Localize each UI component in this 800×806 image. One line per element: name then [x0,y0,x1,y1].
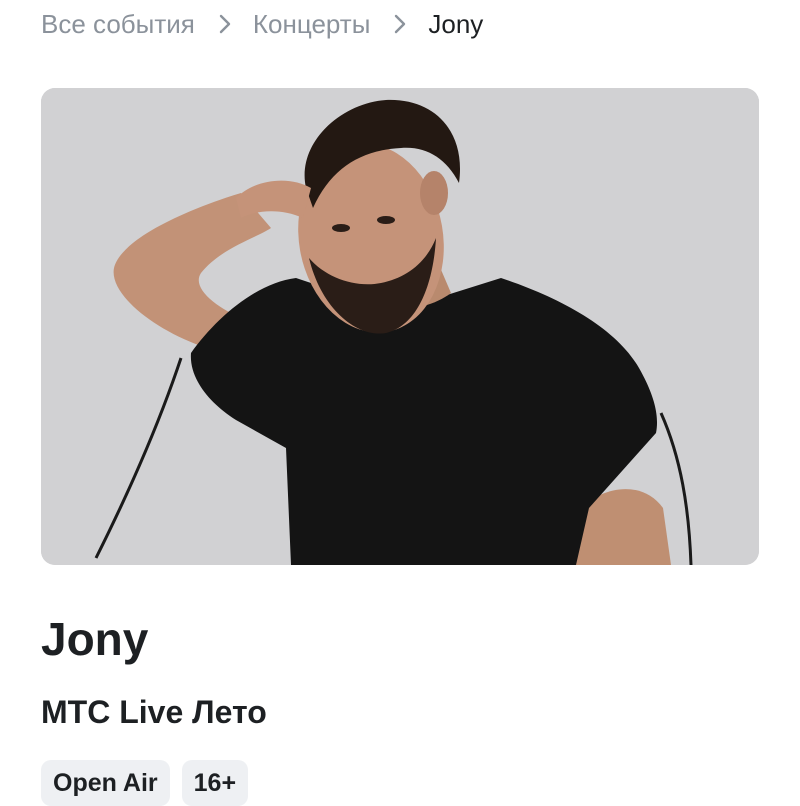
chevron-right-icon [395,14,406,34]
chevron-right-icon [219,14,231,34]
artist-photo [41,88,759,565]
event-hero-image [41,88,759,565]
event-tags: Open Air 16+ [41,760,249,806]
event-title: Jony [41,613,149,665]
breadcrumb: Все события Концерты Jony [41,6,483,42]
breadcrumb-all-events-link[interactable]: Все события [41,9,195,40]
tag-open-air: Open Air [41,760,170,806]
tag-age-rating: 16+ [181,760,249,806]
breadcrumb-concerts-link[interactable]: Концерты [253,9,371,40]
event-venue: МТС Live Лето [41,694,267,730]
breadcrumb-current: Jony [428,8,484,39]
